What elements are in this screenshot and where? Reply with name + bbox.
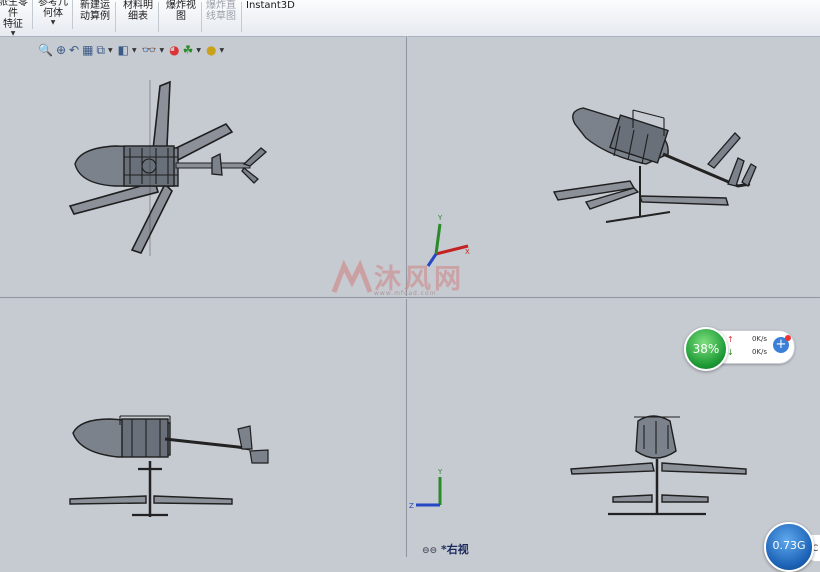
triad-axes: Y Z [409,468,443,510]
viewport-front[interactable] [0,299,405,557]
cmd-label-line2: 动算例 [80,11,110,22]
new-motion-study-button[interactable]: 新建运 动算例 [77,0,116,36]
exploded-view-button[interactable]: 爆炸视 图 [163,0,202,36]
cmd-label-line1: 爆炸直 [206,0,236,11]
view-glasses-icon: ⊖⊖ [422,546,438,556]
svg-text:X: X [465,248,470,256]
upload-speed-value: 0K/s [751,335,767,343]
download-speed-value: 0K/s [751,348,767,356]
view-name-text: *右视 [440,543,469,556]
viewport-top[interactable] [0,36,405,296]
cmd-label-line2: 何体 [43,8,63,19]
explode-line-sketch-button[interactable]: 爆炸直 线草图 [203,0,242,36]
cmd-label-line1: 新建运 [80,0,110,11]
cmd-label-line2: 特征 [3,19,23,30]
memory-usage-badge[interactable]: 0.73G [764,522,814,572]
view-name-label: ⊖⊖ *右视 [422,541,469,557]
svg-text:Z: Z [409,502,414,510]
instant3d-button[interactable]: Instant3D [246,0,295,36]
command-manager-toolbar: 派生零件 特征 ▼ 参考几 何体 ▼ 新建运 动算例 材料明 细表 爆炸视 图 … [0,0,820,37]
helicopter-model-isometric-view: X Y [426,107,757,267]
cmd-label-line1: 材料明 [123,0,153,11]
svg-text:Y: Y [437,214,443,222]
usage-percent-badge: 38% [684,327,728,371]
notification-dot [785,335,791,341]
helicopter-model-top-view [68,80,268,256]
cmd-label: Instant3D [246,0,295,11]
triad-axes: X Y [426,214,470,267]
cmd-label-line1: 参考几 [38,0,68,8]
viewport-isometric[interactable]: X Y [408,36,820,296]
cmd-label-line2: 线草图 [206,11,236,22]
reference-geometry-button[interactable]: 参考几 何体 ▼ [36,0,73,33]
viewport-horizontal-splitter[interactable] [0,296,820,299]
cmd-label-line2: 细表 [128,11,148,22]
derived-part-feature-button[interactable]: 派生零件 特征 ▼ [0,0,33,37]
svg-text:Y: Y [437,468,443,476]
network-speed-widget[interactable]: 38% ↑ 0K/s ↓ 0K/s + [683,326,795,371]
chevron-down-icon[interactable]: ▼ [36,19,70,27]
cmd-label-line1: 爆炸视 [166,0,196,11]
cmd-label-line2: 图 [176,11,186,22]
upload-arrow-icon: ↑ [727,335,734,344]
bill-of-materials-button[interactable]: 材料明 细表 [120,0,159,36]
download-arrow-icon: ↓ [727,348,734,357]
helicopter-model-front-view [69,415,269,517]
cmd-label-line1: 派生零件 [0,0,28,19]
